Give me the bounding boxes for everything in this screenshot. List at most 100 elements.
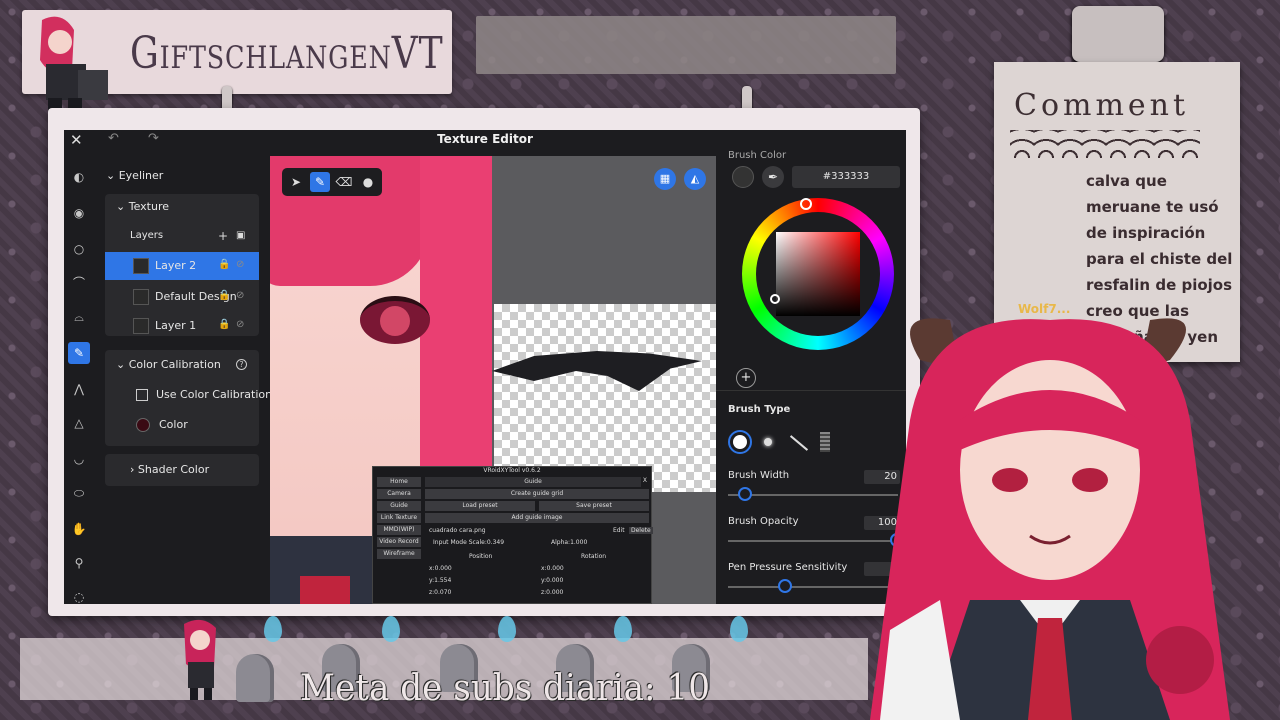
eyelid-icon[interactable]: ⋀ — [68, 378, 90, 400]
load-preset-button[interactable]: Load preset — [425, 501, 535, 511]
iris-icon[interactable]: ○ — [68, 238, 90, 260]
layers-label: Layers — [130, 230, 164, 241]
rotation-y[interactable]: y:0.000 — [541, 577, 563, 584]
hue-handle[interactable] — [800, 198, 812, 210]
window-title: Texture Editor — [437, 132, 533, 146]
texture-label: Texture — [128, 200, 169, 213]
eyeliner-icon[interactable]: ✎ — [68, 342, 90, 364]
brush-round-option[interactable] — [728, 430, 752, 454]
add-image-icon[interactable]: ▣ — [236, 230, 245, 241]
scallop-divider — [1010, 130, 1200, 158]
round-brush-icon — [733, 435, 747, 449]
vtool-nav-link-texture[interactable]: Link Texture — [377, 513, 421, 523]
chevron-right-icon: › — [130, 463, 138, 476]
hand-icon[interactable]: ✋ — [68, 518, 90, 540]
close-icon[interactable]: ✕ — [70, 131, 83, 149]
mirror-icon[interactable]: ◭ — [684, 168, 706, 190]
add-guide-image-button[interactable]: Add guide image — [425, 513, 649, 523]
position-x[interactable]: x:0.000 — [429, 565, 452, 572]
layer-item[interactable]: Layer 1 — [133, 315, 196, 337]
current-color-swatch[interactable] — [732, 166, 754, 188]
redo-icon[interactable]: ↷ — [148, 131, 159, 146]
alpha-value[interactable]: Alpha:1.000 — [551, 539, 587, 546]
nose-icon[interactable]: △ — [68, 412, 90, 434]
vtool-nav-home[interactable]: Home — [377, 477, 421, 487]
color-swatch-row[interactable]: Color — [136, 414, 188, 436]
soft-brush-icon[interactable] — [764, 438, 772, 446]
position-z[interactable]: z:0.070 — [429, 589, 451, 596]
grid-icon[interactable]: ▦ — [654, 168, 676, 190]
vtool-nav-video-record[interactable]: Video Record — [377, 537, 421, 547]
eye-icon[interactable]: ◉ — [68, 202, 90, 224]
rotation-x[interactable]: x:0.000 — [541, 565, 564, 572]
edit-toggle[interactable]: Edit — [613, 527, 625, 534]
more-icon[interactable]: ◌ — [68, 586, 90, 604]
eyelash-icon[interactable]: ⌓ — [68, 306, 90, 328]
color-handle[interactable] — [770, 294, 780, 304]
slider-knob[interactable] — [738, 487, 752, 501]
iris-shape — [380, 306, 410, 336]
ear-icon[interactable]: ⬭ — [68, 482, 90, 504]
mouth-icon[interactable]: ◡ — [68, 448, 90, 470]
undo-icon[interactable]: ↶ — [108, 131, 119, 146]
layer-thumbnail — [133, 258, 149, 274]
chibi-walker-image — [176, 618, 226, 702]
vtool-guide-header: Guide — [425, 477, 641, 487]
add-icon[interactable]: + — [218, 229, 228, 243]
tombstone-icon — [236, 654, 274, 702]
color-calibration-section[interactable]: ⌄ Color Calibration — [116, 354, 221, 376]
texture-editor-window: Texture Editor ✕ ↶ ↷ ◐ ◉ ○ ⌒ ⌓ ✎ ⋀ △ ◡ ⬭… — [64, 130, 906, 604]
brush-opacity-label: Brush Opacity — [728, 516, 799, 527]
transparency-grid — [494, 304, 716, 492]
eye-hidden-icon[interactable]: ⊘ — [236, 319, 244, 330]
add-icon[interactable]: + — [736, 368, 756, 388]
use-color-calibration-checkbox[interactable]: Use Color Calibration — [136, 384, 272, 406]
slider-knob[interactable] — [778, 579, 792, 593]
lock-icon[interactable]: 🔒 — [218, 259, 230, 270]
eyeliner-section[interactable]: ⌄ Eyeliner — [106, 165, 163, 187]
shader-color-section[interactable]: › Shader Color — [130, 459, 209, 481]
create-guide-grid-button[interactable]: Create guide grid — [425, 489, 649, 499]
chevron-down-icon: ⌄ — [116, 358, 129, 371]
ghost-flame-icon — [614, 616, 632, 642]
layer-label: Layer 2 — [155, 259, 197, 272]
delete-button[interactable]: Delete — [629, 527, 653, 534]
vtuber-avatar — [850, 300, 1280, 720]
vtool-nav-wireframe[interactable]: Wireframe — [377, 549, 421, 559]
eyedropper-icon[interactable]: ✒ — [762, 166, 784, 188]
ghost-flame-icon — [498, 616, 516, 642]
lock-icon[interactable]: 🔒 — [218, 319, 230, 330]
pen-icon[interactable]: ✎ — [310, 172, 330, 192]
texture-brush-icon[interactable] — [820, 432, 830, 452]
checkbox-icon — [136, 389, 148, 401]
hex-color-input[interactable]: #333333 — [792, 166, 900, 188]
line-brush-icon[interactable] — [789, 435, 809, 451]
select-icon[interactable]: ➤ — [286, 172, 306, 192]
lock-icon[interactable]: 🔒 — [218, 290, 230, 301]
vtool-close-button[interactable]: X — [643, 477, 647, 484]
vtool-nav-guide[interactable]: Guide — [377, 501, 421, 511]
vtool-nav-mmd[interactable]: MMD(WIP) — [377, 525, 421, 535]
eye-hidden-icon[interactable]: ⊘ — [236, 259, 244, 270]
rotation-label: Rotation — [581, 553, 607, 560]
help-icon[interactable]: ? — [236, 359, 247, 370]
checkbox-label: Use Color Calibration — [156, 388, 273, 401]
eye-hidden-icon[interactable]: ⊘ — [236, 290, 244, 301]
fill-icon[interactable]: ● — [358, 172, 378, 192]
ghost-flame-icon — [264, 616, 282, 642]
eyebrow-icon[interactable]: ⌒ — [68, 272, 90, 294]
texture-section[interactable]: ⌄ Texture — [116, 196, 169, 218]
input-mode-scale[interactable]: Input Mode Scale:0.349 — [433, 539, 504, 546]
position-label: Position — [469, 553, 493, 560]
save-preset-button[interactable]: Save preset — [539, 501, 649, 511]
brush-type-label: Brush Type — [728, 404, 791, 415]
ghost-flame-icon — [730, 616, 748, 642]
position-y[interactable]: y:1.554 — [429, 577, 451, 584]
saturation-value-square[interactable] — [776, 232, 860, 316]
face-icon[interactable]: ◐ — [68, 166, 90, 188]
rotation-z[interactable]: z:0.000 — [541, 589, 563, 596]
pen-pressure-label: Pen Pressure Sensitivity — [728, 562, 848, 573]
vtool-nav-camera[interactable]: Camera — [377, 489, 421, 499]
link-icon[interactable]: ⚲ — [68, 552, 90, 574]
eraser-icon[interactable]: ⌫ — [334, 172, 354, 192]
